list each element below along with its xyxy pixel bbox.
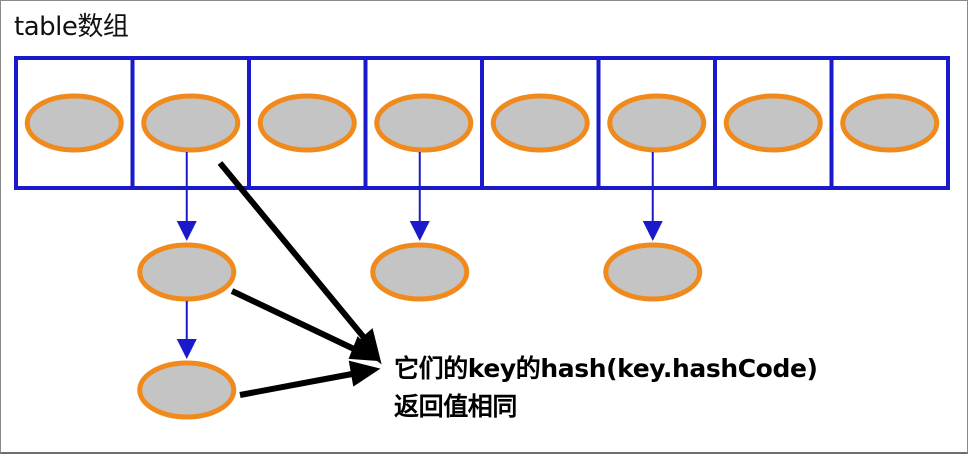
callout-arrowhead-from-chain-2 [348,360,381,387]
down-arrow-icon [176,221,197,241]
chain-node-ellipse [370,242,470,302]
callout-arrow-from-chain-2 [239,371,353,398]
note-line-1: 它们的key的hash(key.hashCode) [394,354,818,383]
slot-node-ellipse-7 [840,93,940,153]
down-arrow-icon [176,339,197,359]
slot-node-ellipse-3 [374,93,474,153]
slot-node-ellipse-4 [490,93,590,153]
slot-node-ellipse-1 [141,93,241,153]
chain-node-ellipse [137,360,237,420]
slot-node-ellipse-6 [723,93,823,153]
down-arrow-icon [409,221,430,241]
callout-arrows [217,161,382,398]
hash-collision-note: 它们的key的hash(key.hashCode) 返回值相同 [394,350,818,426]
slot-node-ellipse-5 [607,93,707,153]
slot-node-ellipse-0 [24,93,124,153]
chain-node-ellipse [137,242,237,302]
slot-node-ellipse-2 [257,93,357,153]
down-arrow-icon [642,221,663,241]
note-line-2: 返回值相同 [394,392,518,421]
chain-node-ellipse [603,242,703,302]
